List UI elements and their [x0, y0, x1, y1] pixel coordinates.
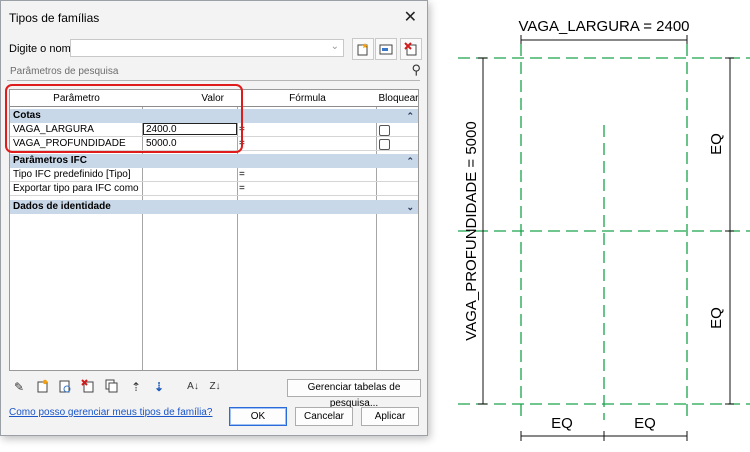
title-bar: Tipos de famílias ✕ — [1, 1, 427, 33]
apply-button[interactable]: Aplicar — [361, 407, 419, 426]
group-label: Parâmetros IFC — [13, 155, 87, 166]
sort-ascending-icon[interactable]: A↓ — [185, 379, 201, 395]
eq-label-right-bottom: EQ — [708, 307, 725, 329]
dimension-lines — [478, 35, 734, 441]
search-placeholder: Parâmetros de pesquisa — [10, 66, 119, 77]
type-name-combobox[interactable]: ⌄ — [70, 39, 344, 57]
formula-field[interactable]: = — [239, 168, 245, 181]
delete-type-icon — [404, 42, 417, 56]
search-icon[interactable]: ⚲ — [411, 62, 421, 78]
depth-dimension-label: VAGA_PROFUNDIDADE = 5000 — [463, 121, 480, 340]
move-down-icon[interactable]: ⇣ — [151, 379, 167, 395]
dialog-title: Tipos de famílias — [9, 11, 100, 25]
annotation-highlight — [5, 84, 243, 153]
chevron-down-icon[interactable]: ⌄ — [331, 41, 339, 52]
width-dimension-label: VAGA_LARGURA = 2400 — [518, 18, 689, 35]
family-types-dialog: Tipos de famílias ✕ Digite o nome: ⌄ Par… — [0, 0, 428, 436]
delete-parameter-icon[interactable] — [80, 379, 96, 395]
eq-label-bottom-left: EQ — [551, 415, 573, 432]
parameter-name: Tipo IFC predefinido [Tipo] — [13, 169, 131, 180]
new-type-icon — [357, 43, 368, 56]
rename-type-button[interactable] — [375, 38, 397, 60]
lock-checkbox[interactable] — [379, 139, 390, 150]
rename-type-icon — [379, 44, 393, 55]
new-type-button[interactable] — [352, 38, 374, 60]
column-header-lock[interactable]: Bloquear — [377, 90, 418, 107]
group-row-identity-data[interactable]: Dados de identidade ⌄ — [10, 200, 418, 214]
delete-type-button[interactable] — [400, 38, 422, 60]
help-link[interactable]: Como posso gerenciar meus tipos de famíl… — [9, 407, 212, 418]
new-parameter-icon[interactable] — [35, 379, 51, 395]
formula-field[interactable]: = — [239, 182, 245, 195]
lock-checkbox[interactable] — [379, 125, 390, 136]
cancel-button[interactable]: Cancelar — [295, 407, 353, 426]
sort-descending-icon[interactable]: Z↓ — [207, 379, 223, 395]
pencil-icon[interactable]: ✎ — [11, 379, 27, 395]
parameter-search-field[interactable]: Parâmetros de pesquisa ⚲ — [7, 62, 421, 81]
chevron-up-icon[interactable]: ⌃ — [406, 154, 414, 168]
move-up-icon[interactable]: ⇡ — [128, 379, 144, 395]
reference-lines — [458, 44, 750, 420]
close-icon[interactable]: ✕ — [404, 7, 417, 27]
parking-space-drawing: VAGA_LARGURA = 2400 VAGA_PROFUNDIDADE = … — [458, 18, 750, 441]
table-row[interactable]: Exportar tipo para IFC como = — [10, 182, 418, 196]
ok-button[interactable]: OK — [229, 407, 287, 426]
eq-label-bottom-right: EQ — [634, 415, 656, 432]
chevron-up-icon[interactable]: ⌃ — [406, 109, 414, 123]
rename-parameter-icon[interactable] — [57, 379, 73, 395]
manage-lookup-tables-button[interactable]: Gerenciar tabelas de pesquisa... — [287, 379, 421, 409]
eq-label-right-top: EQ — [708, 133, 725, 155]
group-label: Dados de identidade — [13, 201, 111, 212]
copy-icon[interactable] — [104, 379, 120, 395]
column-header-formula[interactable]: Fórmula — [238, 90, 377, 107]
table-row[interactable]: Tipo IFC predefinido [Tipo] = — [10, 168, 418, 182]
chevron-down-icon[interactable]: ⌄ — [406, 200, 414, 214]
group-row-ifc[interactable]: Parâmetros IFC ⌃ — [10, 154, 418, 168]
parameter-name: Exportar tipo para IFC como — [13, 183, 139, 194]
